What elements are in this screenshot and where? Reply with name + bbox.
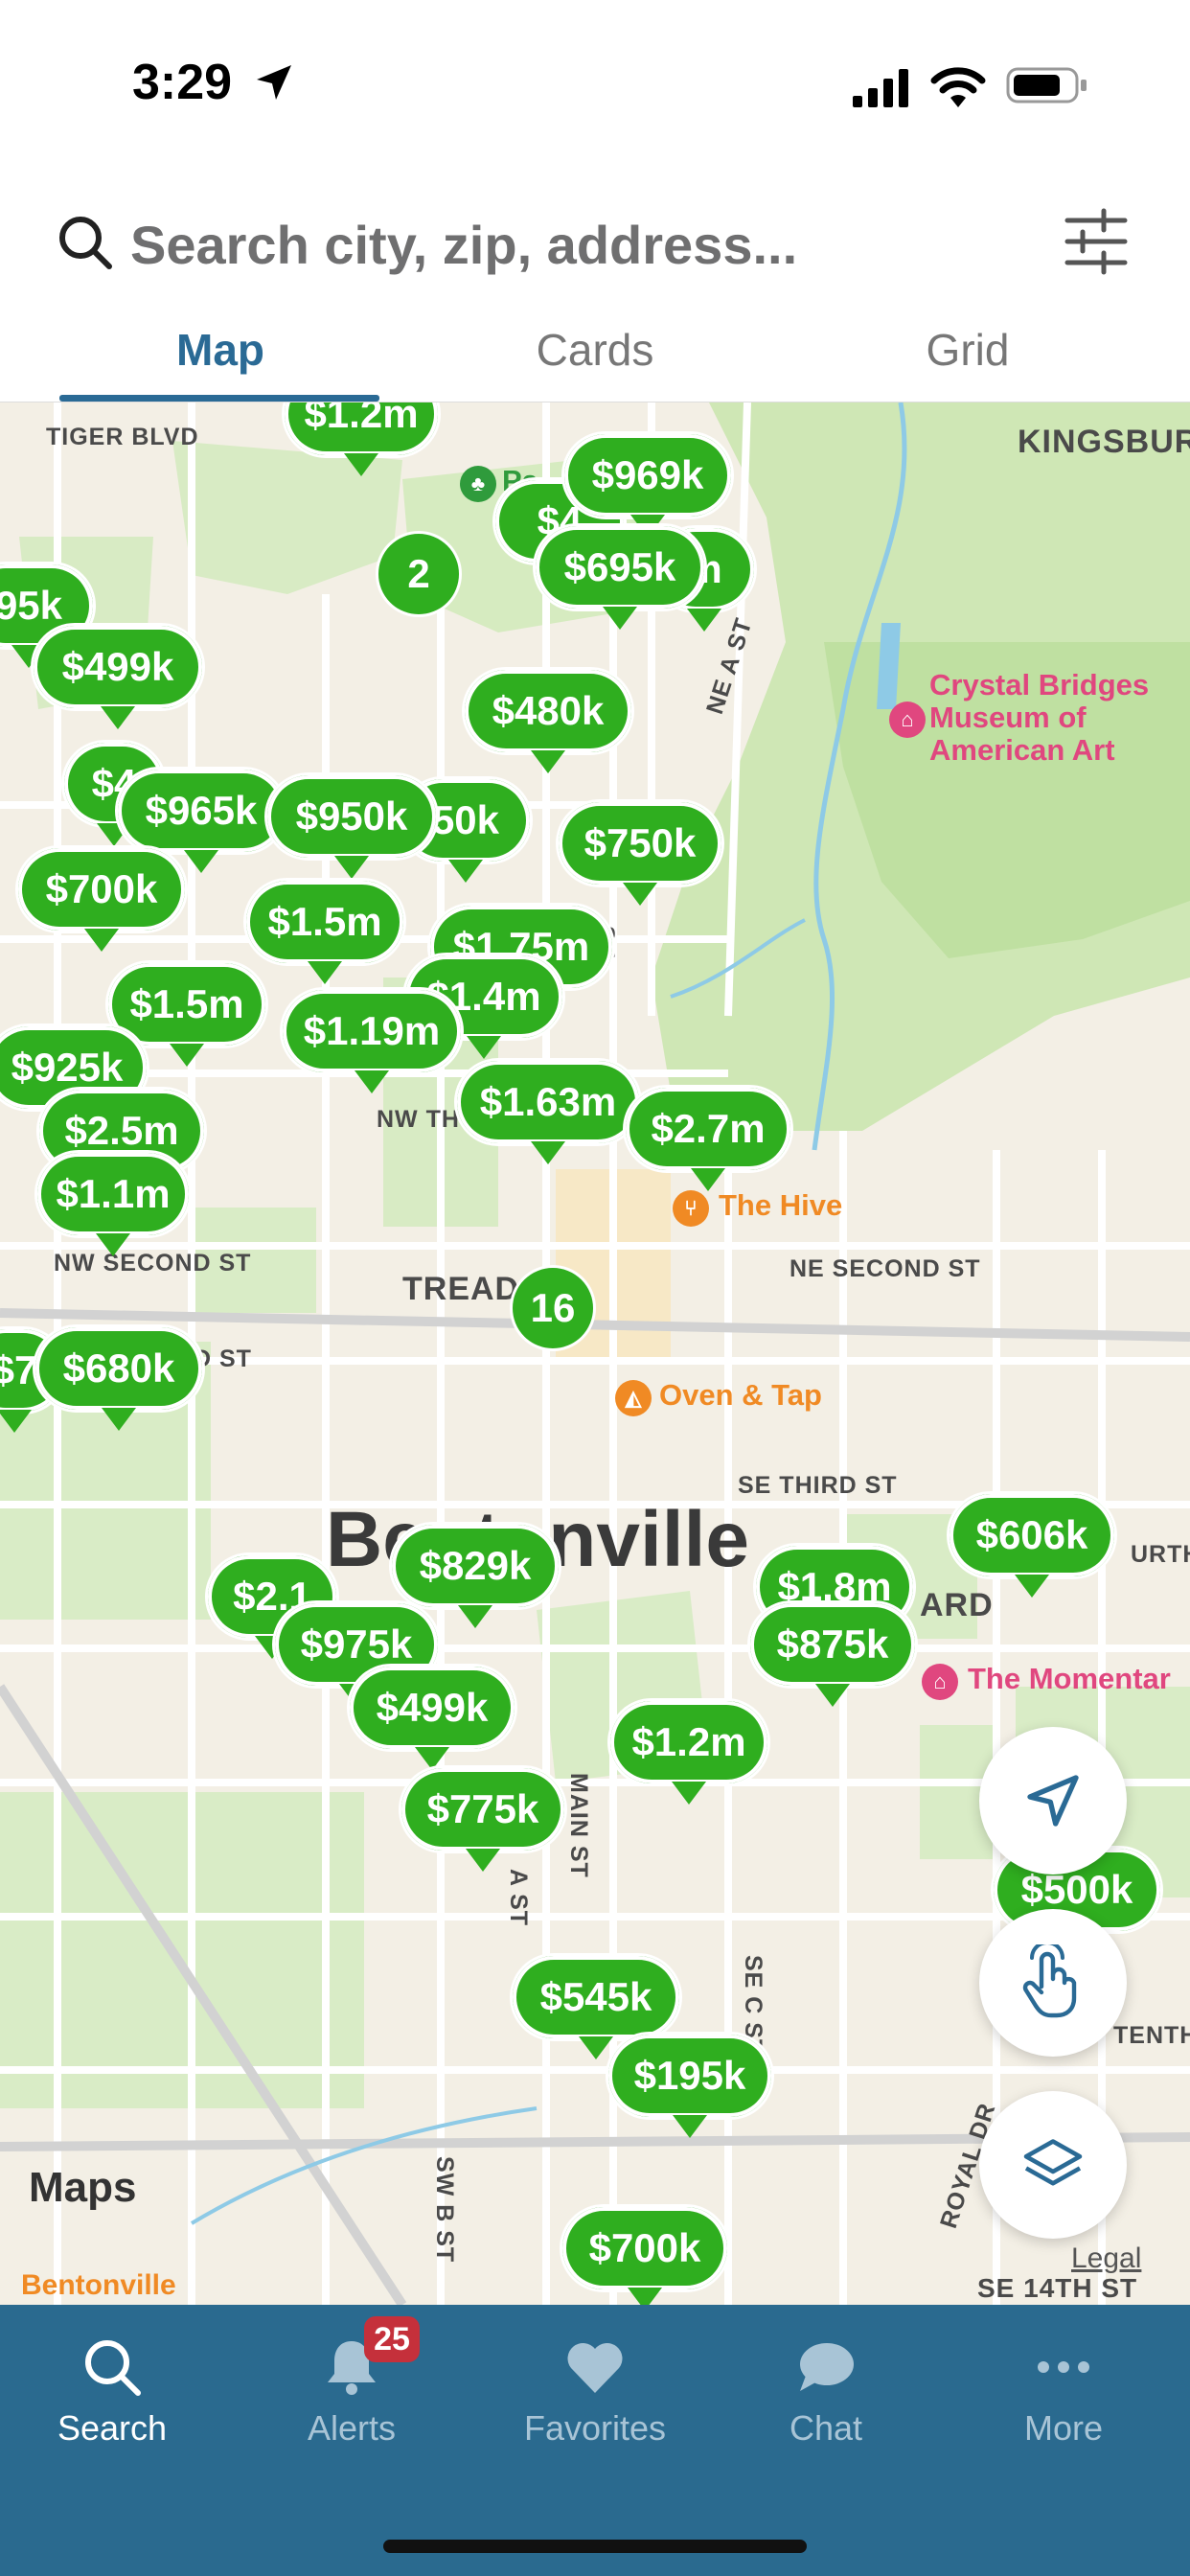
tabbar-label: Search bbox=[57, 2408, 168, 2448]
price-pin[interactable]: $969k bbox=[561, 431, 734, 538]
map-view[interactable]: TIGER BLVD KINGSBURY NE A ST NW SECOND S… bbox=[0, 402, 1190, 2305]
alerts-count-badge: 25 bbox=[364, 2316, 420, 2362]
museum-icon[interactable]: ⌂ bbox=[922, 1664, 958, 1700]
price-pin[interactable]: $700k bbox=[15, 845, 188, 952]
price-pin[interactable]: $195k bbox=[606, 2032, 774, 2138]
price-pin[interactable]: $829k bbox=[389, 1522, 561, 1628]
heart-icon bbox=[567, 2342, 623, 2393]
tab-grid[interactable]: Grid bbox=[776, 324, 1159, 376]
search-icon bbox=[85, 2340, 141, 2396]
street-label: SE THIRD ST bbox=[738, 1472, 898, 1499]
price-pin[interactable]: $695k bbox=[533, 523, 707, 630]
map-layers-button[interactable] bbox=[979, 2091, 1127, 2239]
price-pin[interactable]: $1.63m bbox=[454, 1058, 642, 1164]
poi-crystal-bridges[interactable]: Crystal Bridges Museum of American Art bbox=[929, 669, 1149, 767]
street-label: SE 14TH ST bbox=[977, 2273, 1138, 2303]
location-arrow-icon bbox=[1027, 1775, 1079, 1827]
restaurant-icon[interactable]: ⑂ bbox=[673, 1190, 709, 1227]
tab-map[interactable]: Map bbox=[29, 324, 412, 376]
price-pin[interactable]: $1.19m bbox=[280, 987, 464, 1093]
tabbar-favorites[interactable]: Favorites bbox=[499, 2334, 691, 2449]
location-arrow-icon bbox=[257, 65, 291, 100]
tabbar-more[interactable]: More bbox=[968, 2334, 1159, 2449]
legal-link[interactable]: Legal bbox=[1071, 2242, 1141, 2275]
street-label: NW TH bbox=[377, 1106, 460, 1133]
street-label: TIGER BLVD bbox=[46, 424, 199, 450]
active-tab-indicator bbox=[59, 395, 379, 402]
price-pin[interactable]: $606k bbox=[947, 1491, 1117, 1598]
tabbar-label: Chat bbox=[789, 2408, 863, 2448]
current-location-button[interactable] bbox=[979, 1727, 1127, 1874]
home-indicator bbox=[383, 2540, 807, 2553]
search-icon bbox=[59, 217, 112, 269]
street-label: NW SECOND ST bbox=[54, 1250, 252, 1276]
poi-the-momentary[interactable]: The Momentar bbox=[968, 1662, 1171, 1696]
hand-pointer-icon bbox=[1022, 1944, 1077, 2018]
chat-icon bbox=[800, 2343, 854, 2391]
poi-bentonville[interactable]: Bentonville bbox=[21, 2269, 176, 2302]
view-tabs: Map Cards Grid bbox=[0, 307, 1190, 402]
street-label: A ST bbox=[505, 1869, 532, 1927]
status-time: 3:29 bbox=[132, 55, 233, 110]
price-pin[interactable]: $680k bbox=[33, 1324, 205, 1431]
more-icon bbox=[1038, 2361, 1089, 2373]
wifi-icon bbox=[930, 67, 986, 107]
search-bar bbox=[0, 192, 1190, 297]
price-pin[interactable]: $1.2m bbox=[607, 1698, 770, 1805]
price-pin[interactable]: $499k bbox=[347, 1664, 517, 1770]
street-label: NE SECOND ST bbox=[790, 1255, 981, 1282]
price-pin[interactable]: $775k bbox=[399, 1765, 567, 1872]
street-label: TREAD bbox=[402, 1271, 520, 1307]
price-pin[interactable]: $965k bbox=[115, 767, 287, 873]
bottom-tab-bar: Search Alerts 25 Favorites Chat More bbox=[0, 2305, 1190, 2576]
poi-the-hive[interactable]: The Hive bbox=[719, 1188, 842, 1223]
pizza-icon[interactable]: ◭ bbox=[615, 1380, 652, 1416]
street-label: ARD bbox=[920, 1587, 994, 1623]
tabbar-label: More bbox=[1023, 2408, 1104, 2448]
street-label: URTH bbox=[1131, 1541, 1190, 1568]
listing-cluster[interactable]: 16 bbox=[510, 1265, 596, 1351]
tabbar-search[interactable]: Search bbox=[16, 2334, 208, 2449]
price-pin[interactable]: $750k bbox=[556, 799, 724, 906]
tabbar-label: Alerts bbox=[307, 2408, 397, 2448]
museum-icon[interactable]: ⌂ bbox=[889, 702, 926, 738]
street-label: KINGSBURY bbox=[1018, 424, 1190, 460]
park-icon[interactable]: ♣ bbox=[460, 466, 496, 502]
poi-oven-tap[interactable]: Oven & Tap bbox=[659, 1378, 822, 1413]
price-pin[interactable]: $1.5m bbox=[243, 878, 406, 984]
street-label: MAIN ST bbox=[565, 1773, 592, 1878]
tab-cards[interactable]: Cards bbox=[403, 324, 787, 376]
street-label: TENTH bbox=[1113, 2022, 1190, 2049]
price-pin[interactable]: $499k bbox=[31, 623, 205, 729]
price-pin[interactable]: $2.7m bbox=[623, 1085, 793, 1191]
price-pin[interactable]: $700k bbox=[560, 2204, 730, 2305]
filter-sliders-icon[interactable] bbox=[1062, 207, 1131, 276]
maps-brand-label: Maps bbox=[29, 2164, 137, 2211]
cellular-signal-icon bbox=[853, 69, 908, 107]
price-pin[interactable]: $1.1m bbox=[34, 1150, 192, 1256]
price-pin[interactable]: $875k bbox=[747, 1600, 918, 1707]
tabbar-chat[interactable]: Chat bbox=[730, 2334, 922, 2449]
listing-cluster[interactable]: 2 bbox=[376, 531, 462, 617]
search-input[interactable] bbox=[130, 211, 993, 278]
battery-icon bbox=[1006, 67, 1087, 104]
tabbar-label: Favorites bbox=[523, 2408, 667, 2448]
draw-area-button[interactable] bbox=[979, 1909, 1127, 2057]
layers-icon bbox=[1023, 2139, 1083, 2186]
apple-maps-logo: Maps bbox=[29, 2164, 136, 2212]
street-label: SW B ST bbox=[431, 2156, 458, 2264]
price-pin[interactable]: $950k bbox=[264, 772, 439, 879]
status-bar: 3:29 bbox=[0, 0, 1190, 163]
price-pin[interactable]: $545k bbox=[510, 1953, 682, 2059]
price-pin[interactable]: $480k bbox=[462, 667, 634, 773]
price-pin[interactable]: $1.2m bbox=[282, 402, 441, 476]
